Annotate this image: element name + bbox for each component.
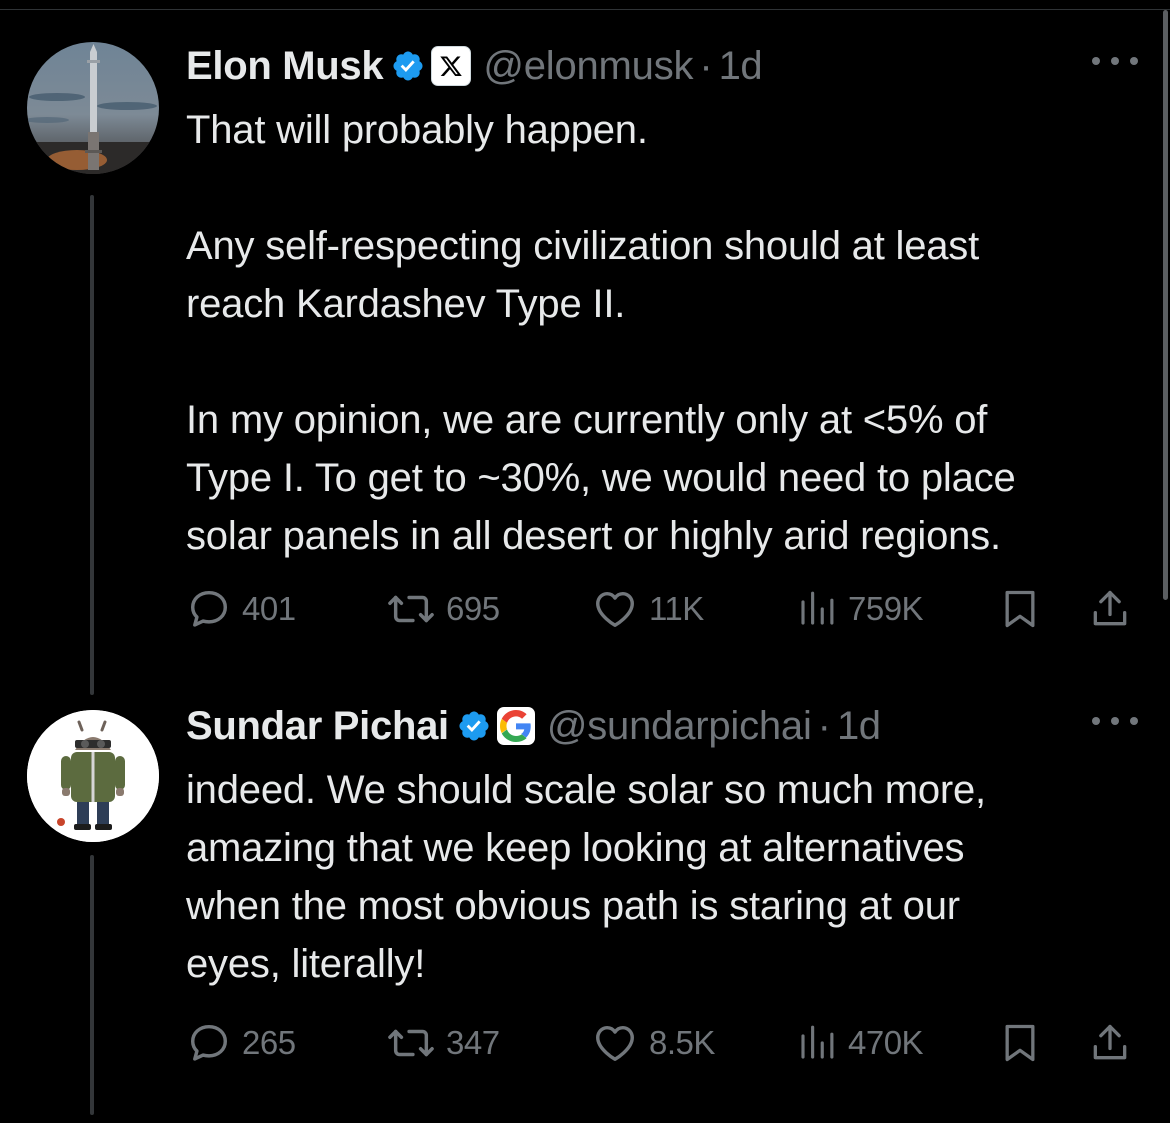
more-options-icon[interactable] (1092, 706, 1138, 736)
tweet-elon-musk[interactable]: Elon Musk @elonmusk · 1d That will proba… (0, 30, 1170, 695)
verified-badge-icon (459, 711, 489, 741)
text-line: solar panels in all desert or highly ari… (186, 514, 1001, 558)
tweet-header: Elon Musk @elonmusk · 1d (186, 42, 763, 90)
like-count: 11K (649, 590, 704, 627)
reply-icon (190, 590, 228, 627)
author-name[interactable]: Sundar Pichai (186, 704, 449, 749)
text-line: Type I. To get to ~30%, we would need to… (186, 456, 1016, 500)
action-bar: 265 347 8.5K 470K (186, 1018, 1141, 1068)
text-line: when the most obvious path is staring at… (186, 884, 960, 928)
text-line: In my opinion, we are currently only at … (186, 398, 988, 442)
text-line: eyes, literally! (186, 942, 426, 986)
bookmark-icon (1005, 590, 1035, 628)
verified-badge-icon (393, 51, 423, 81)
starship-avatar-image (27, 42, 159, 174)
thread-line (90, 855, 94, 1115)
like-button[interactable]: 11K (591, 584, 704, 634)
views-chart-icon (801, 591, 834, 625)
separator-dot: · (699, 43, 713, 88)
share-icon (1093, 590, 1127, 626)
action-bar: 401 695 11K 759K (186, 584, 1141, 634)
more-options-icon[interactable] (1092, 46, 1138, 76)
reply-count: 401 (242, 590, 296, 627)
repost-icon (388, 1029, 434, 1057)
reply-button[interactable]: 401 (186, 584, 296, 634)
tweet-text: indeed. We should scale solar so much mo… (186, 761, 986, 993)
like-count: 8.5K (649, 1024, 715, 1061)
repost-icon (388, 595, 434, 623)
reply-icon (190, 1024, 228, 1061)
repost-button[interactable]: 695 (386, 584, 500, 634)
bookmark-button[interactable] (998, 584, 1042, 634)
top-divider (0, 0, 1170, 10)
timestamp[interactable]: 1d (719, 44, 763, 89)
x-logo-icon (431, 46, 472, 86)
reply-count: 265 (242, 1024, 296, 1061)
heart-icon (596, 1025, 634, 1062)
avatar[interactable] (27, 42, 159, 174)
android-figure-avatar-image (27, 710, 159, 842)
views-chart-icon (801, 1025, 834, 1059)
share-icon (1093, 1024, 1127, 1060)
tweet-header: Sundar Pichai @sundarpichai · 1d (186, 702, 881, 750)
bookmark-icon (1005, 1024, 1035, 1062)
thread-line (90, 195, 94, 695)
views-button[interactable]: 470K (796, 1018, 924, 1068)
tweet-sundar-pichai[interactable]: Sundar Pichai @sundarpichai · 1d indeed.… (0, 690, 1170, 1123)
author-handle[interactable]: @sundarpichai (547, 704, 812, 749)
heart-icon (596, 591, 634, 628)
text-line: reach Kardashev Type II. (186, 282, 626, 326)
share-button[interactable] (1088, 1018, 1132, 1068)
separator-dot: · (817, 703, 831, 748)
tweet-text: That will probably happen. Any self-resp… (186, 101, 1016, 565)
repost-count: 347 (446, 1024, 500, 1061)
text-line: That will probably happen. (186, 108, 648, 152)
text-line: indeed. We should scale solar so much mo… (186, 768, 986, 812)
bookmark-button[interactable] (998, 1018, 1042, 1068)
repost-button[interactable]: 347 (386, 1018, 500, 1068)
author-name[interactable]: Elon Musk (186, 44, 384, 89)
reply-button[interactable]: 265 (186, 1018, 296, 1068)
google-logo-icon (496, 707, 535, 745)
timestamp[interactable]: 1d (837, 704, 881, 749)
view-count: 470K (848, 1024, 924, 1061)
view-count: 759K (848, 590, 924, 627)
views-button[interactable]: 759K (796, 584, 924, 634)
share-button[interactable] (1088, 584, 1132, 634)
avatar[interactable] (27, 710, 159, 842)
text-line: Any self-respecting civilization should … (186, 224, 980, 268)
text-line: amazing that we keep looking at alternat… (186, 826, 965, 870)
repost-count: 695 (446, 590, 500, 627)
author-handle[interactable]: @elonmusk (483, 44, 693, 89)
like-button[interactable]: 8.5K (591, 1018, 715, 1068)
